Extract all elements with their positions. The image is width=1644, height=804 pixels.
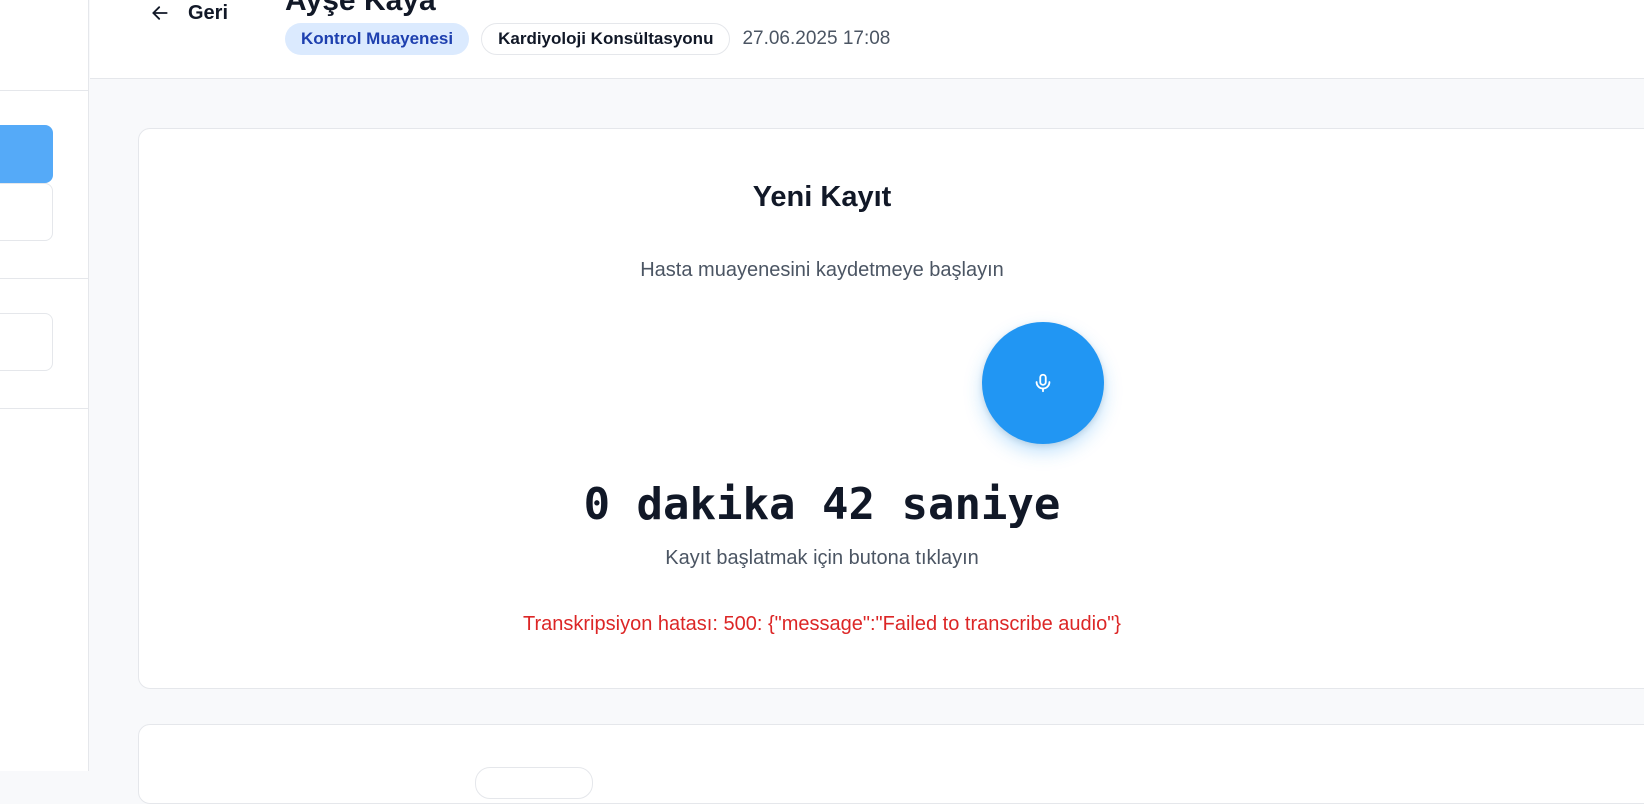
- recording-hint: Kayıt başlatmak için butona tıklayın: [665, 547, 979, 569]
- recording-subtitle: Hasta muayenesini kaydetmeye başlayın: [640, 259, 1004, 281]
- microphone-icon: [1035, 373, 1051, 393]
- page-header: Geri Ayşe Kaya Kontrol Muayenesi Kardiyo…: [90, 0, 1644, 79]
- back-button[interactable]: Geri: [150, 0, 228, 26]
- card-chip: [475, 767, 593, 799]
- sidebar-divider: [0, 90, 88, 91]
- sidebar-divider: [0, 408, 88, 409]
- department-badge: Kardiyoloji Konsültasyonu: [481, 23, 731, 55]
- visit-meta: Kontrol Muayenesi Kardiyoloji Konsültasy…: [285, 23, 890, 55]
- sidebar-item[interactable]: [0, 183, 53, 241]
- record-button[interactable]: [982, 322, 1104, 444]
- sidebar: [0, 0, 89, 771]
- recording-title: Yeni Kayıt: [752, 181, 892, 213]
- patient-name: Ayşe Kaya: [285, 0, 436, 17]
- transcription-error: Transkripsiyon hatası: 500: {"message":"…: [523, 613, 1121, 635]
- back-label: Geri: [188, 1, 229, 24]
- sidebar-item-active[interactable]: [0, 125, 53, 183]
- secondary-card: [138, 724, 1644, 804]
- sidebar-divider: [0, 278, 88, 279]
- recording-card: Yeni Kayıt Hasta muayenesini kaydetmeye …: [138, 128, 1644, 689]
- arrow-left-icon: [152, 6, 168, 20]
- visit-type-badge: Kontrol Muayenesi: [285, 23, 470, 55]
- visit-datetime: 27.06.2025 17:08: [742, 28, 891, 49]
- sidebar-item[interactable]: [0, 313, 53, 371]
- recording-timer: 0 dakika 42 saniye: [583, 479, 1061, 530]
